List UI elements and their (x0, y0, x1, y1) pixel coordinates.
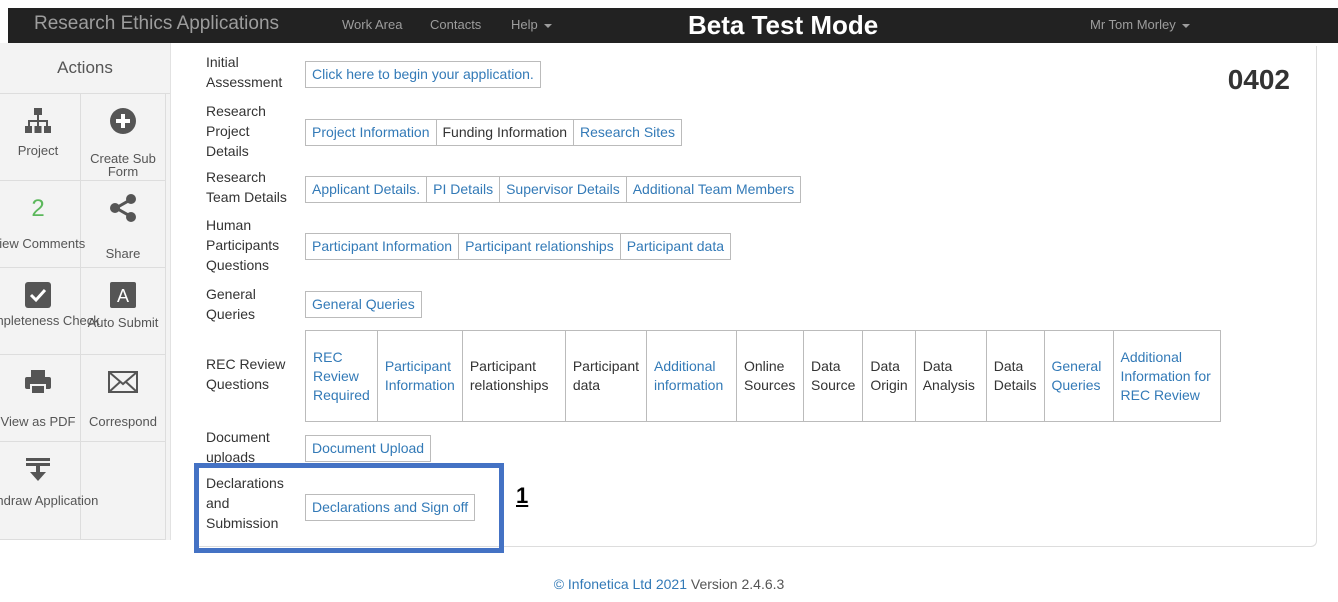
beta-test-mode-banner: Beta Test Mode (688, 10, 879, 40)
tab-rec-general-queries[interactable]: General Queries (1043, 330, 1114, 422)
form-number: 0402 (1227, 64, 1290, 95)
tab-rec-review-required[interactable]: REC Review Required (305, 330, 378, 422)
initial-assessment-tabs: Click here to begin your application. (305, 61, 541, 88)
row-label-research-team-details: Research Team Details (206, 169, 287, 205)
actions-sidebar: Actions Project Create Sub Form 2 View C… (0, 43, 171, 540)
document-uploads-tabs: Document Upload (305, 435, 432, 462)
user-menu[interactable]: Mr Tom Morley (1090, 17, 1190, 32)
tab-rec-additional-information[interactable]: Additional information (646, 330, 737, 422)
callout-number: 1 (516, 483, 529, 508)
printer-icon (0, 365, 80, 399)
top-navbar: Research Ethics Applications Work Area C… (8, 8, 1338, 43)
share-icon (81, 191, 165, 225)
research-project-tabs: Project Information Funding Information … (305, 119, 682, 146)
create-sub-form-label: Create Sub Form (90, 151, 156, 179)
begin-application-link[interactable]: Click here to begin your application. (306, 62, 540, 87)
tab-research-sites[interactable]: Research Sites (574, 120, 681, 145)
nav-work-area[interactable]: Work Area (342, 17, 402, 32)
tab-project-information[interactable]: Project Information (306, 120, 437, 145)
nav-help-label: Help (511, 17, 538, 32)
sitemap-icon (0, 104, 80, 138)
svg-text:A: A (117, 286, 129, 306)
checkbox-icon (0, 278, 80, 312)
human-participants-tabs: Participant Information Participant rela… (305, 233, 732, 260)
auto-submit-label: Auto Submit (87, 315, 159, 330)
user-name: Mr Tom Morley (1090, 17, 1176, 32)
footer-version: Version 2.4.6.3 (690, 576, 785, 592)
tab-funding-information[interactable]: Funding Information (437, 120, 575, 145)
create-sub-form-button[interactable]: Create Sub Form (81, 94, 166, 181)
row-label-general-queries: General Queries (206, 286, 256, 322)
row-label-research-project-details: Research Project Details (206, 103, 266, 159)
chevron-down-icon (543, 23, 552, 28)
tab-rec-data-source[interactable]: Data Source (802, 330, 864, 422)
chevron-down-icon (1181, 23, 1190, 28)
withdraw-application-button[interactable]: Withdraw Application (0, 442, 98, 540)
nav-contacts[interactable]: Contacts (430, 17, 481, 32)
research-team-tabs: Applicant Details. PI Details Supervisor… (305, 176, 802, 203)
auto-submit-button[interactable]: A Auto Submit (81, 268, 166, 355)
tab-supervisor-details[interactable]: Supervisor Details (500, 177, 627, 202)
tab-rec-data-details[interactable]: Data Details (985, 330, 1045, 422)
row-label-document-uploads: Document uploads (206, 429, 270, 465)
withdraw-icon (0, 452, 80, 486)
tab-rec-participant-relationships[interactable]: Participant relationships (461, 330, 566, 422)
comments-count: 2 (31, 194, 45, 222)
tab-rec-data-origin[interactable]: Data Origin (862, 330, 916, 422)
share-label: Share (105, 246, 141, 261)
actions-header: Actions (0, 43, 170, 94)
tab-participant-data[interactable]: Participant data (621, 234, 730, 259)
rec-review-tabs: REC Review Required Participant Informat… (305, 330, 1221, 422)
nav-help[interactable]: Help (511, 17, 552, 32)
general-queries-tabs: General Queries (305, 291, 422, 318)
tab-rec-online-sources[interactable]: Online Sources (736, 330, 804, 422)
share-button[interactable]: Share (81, 181, 166, 268)
plus-circle-icon (81, 104, 165, 138)
envelope-icon (81, 365, 165, 399)
letter-a-icon: A (81, 278, 165, 312)
tab-document-upload[interactable]: Document Upload (306, 436, 430, 461)
app-brand[interactable]: Research Ethics Applications (34, 13, 279, 35)
tab-general-queries[interactable]: General Queries (306, 292, 421, 317)
footer: © Infonetica Ltd 2021 Version 2.4.6.3 (0, 576, 1338, 592)
row-label-rec-review-questions: REC Review Questions (206, 356, 286, 392)
row-label-human-participants: Human Participants Questions (206, 217, 280, 273)
footer-copyright-link[interactable]: © Infonetica Ltd 2021 (554, 576, 687, 592)
tab-rec-data-analysis[interactable]: Data Analysis (914, 330, 987, 422)
tab-rec-participant-information[interactable]: Participant Information (376, 330, 463, 422)
correspond-button[interactable]: Correspond (81, 355, 166, 442)
tab-participant-relationships[interactable]: Participant relationships (459, 234, 621, 259)
tab-rec-additional-information-review[interactable]: Additional Information for REC Review (1112, 330, 1221, 422)
tab-rec-participant-data[interactable]: Participant data (564, 330, 648, 422)
tab-applicant-details[interactable]: Applicant Details. (306, 177, 428, 202)
project-button[interactable]: Project (0, 94, 81, 181)
highlight-box (194, 463, 504, 553)
tab-participant-information[interactable]: Participant Information (306, 234, 460, 259)
completeness-check-button[interactable]: Completeness Check (0, 268, 100, 355)
row-label-initial-assessment: Initial Assessment (206, 54, 283, 90)
tab-additional-team-members[interactable]: Additional Team Members (627, 177, 801, 202)
tab-pi-details[interactable]: PI Details (427, 177, 501, 202)
correspond-label: Correspond (89, 414, 157, 429)
view-as-pdf-button[interactable]: View as PDF (0, 355, 81, 442)
empty-tile (81, 442, 166, 540)
